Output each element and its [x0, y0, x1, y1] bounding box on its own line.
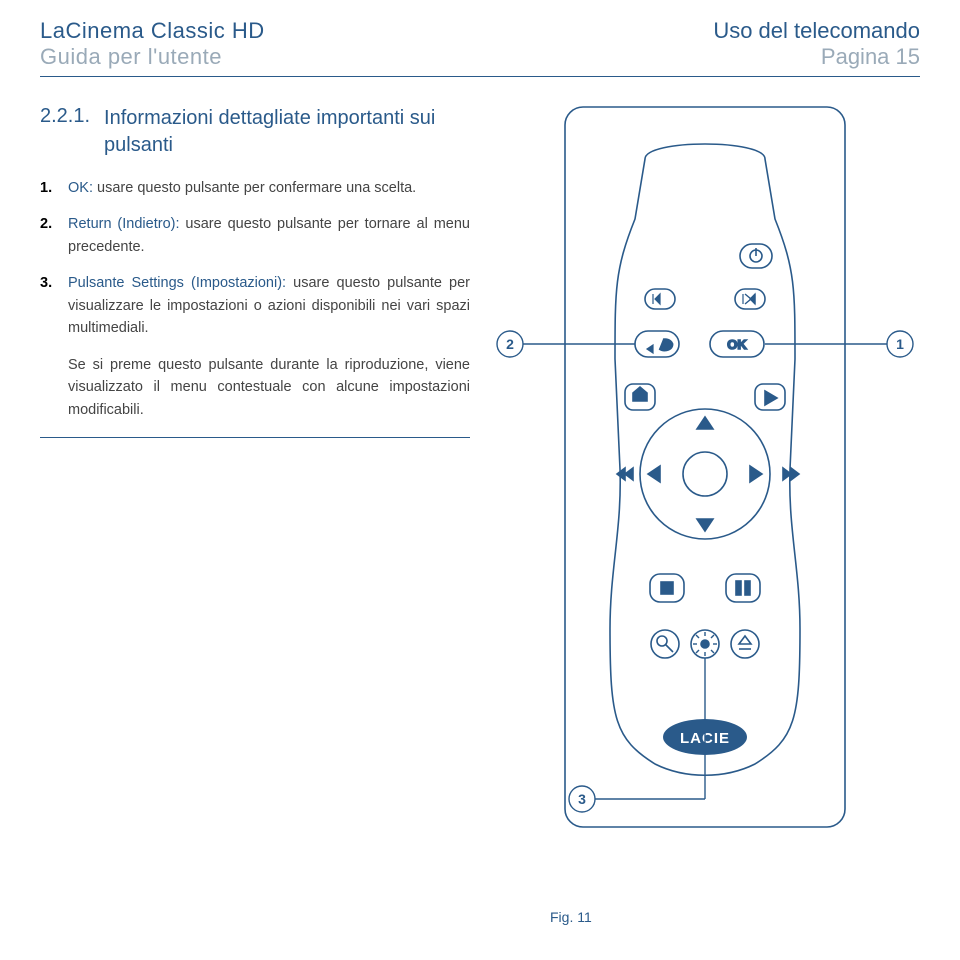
item-number: 3.	[40, 272, 58, 339]
figure-caption: Fig. 11	[550, 909, 920, 925]
guide-subtitle: Guida per l'utente	[40, 44, 265, 70]
page-number: Pagina 15	[821, 44, 920, 70]
product-title: LaCinema Classic HD	[40, 18, 265, 44]
item-number: 2.	[40, 213, 58, 258]
section-name: Uso del telecomando	[713, 18, 920, 44]
callout-2: 2	[506, 336, 514, 352]
callout-3: 3	[578, 791, 586, 807]
ok-label: OK	[727, 337, 747, 352]
item-number: 1.	[40, 177, 58, 199]
remote-diagram: OK	[495, 99, 915, 899]
item-label: OK:	[68, 180, 93, 196]
list-item: 3. Pulsante Settings (Impostazioni): usa…	[40, 272, 470, 339]
list-item: 2. Return (Indietro): usare questo pulsa…	[40, 213, 470, 258]
section-title: Informazioni dettagliate importanti sui …	[104, 105, 470, 159]
text-column: 2.2.1. Informazioni dettagliate importan…	[40, 105, 470, 925]
list-item: 1. OK: usare questo pulsante per conferm…	[40, 177, 470, 199]
figure-column: OK	[490, 105, 920, 925]
section-number: 2.2.1.	[40, 105, 90, 128]
item-text: usare questo pulsante per confermare una…	[93, 180, 416, 196]
page-header: LaCinema Classic HD Guida per l'utente U…	[40, 18, 920, 77]
item-note: Se si preme questo pulsante durante la r…	[68, 354, 470, 421]
callout-1: 1	[896, 336, 904, 352]
divider-line	[40, 437, 470, 438]
item-label: Pulsante Settings (Impostazioni):	[68, 275, 286, 291]
item-label: Return (Indietro):	[68, 216, 180, 232]
